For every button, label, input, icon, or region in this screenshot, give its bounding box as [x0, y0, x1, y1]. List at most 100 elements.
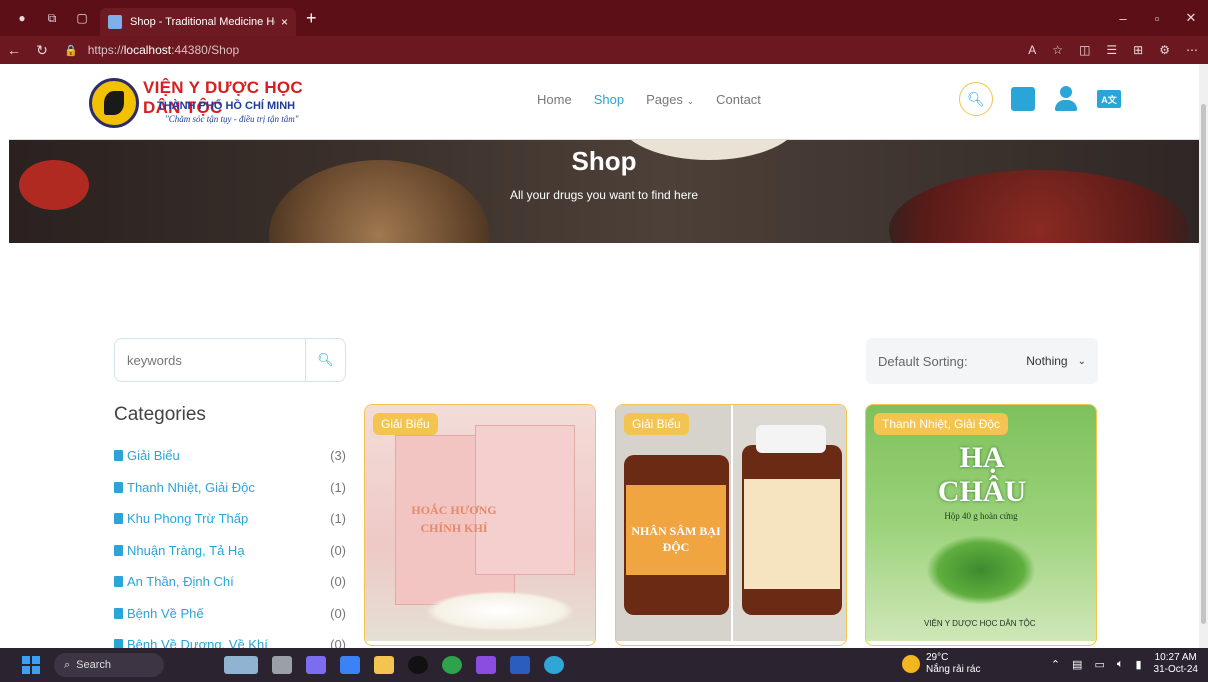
edge-icon[interactable]	[544, 656, 564, 674]
search-button[interactable]: 🔍︎	[305, 339, 345, 381]
search-icon: 🔍︎	[967, 90, 985, 107]
tray-chevron-icon[interactable]: ⌃	[1051, 658, 1060, 671]
minimize-icon[interactable]: –	[1106, 11, 1140, 26]
site-logo[interactable]: VIỆN Y DƯỢC HỌC DÂN TỘC THÀNH PHỐ HỒ CHÍ…	[89, 78, 339, 130]
read-aloud-icon[interactable]: A	[1028, 43, 1036, 57]
new-tab-button[interactable]: +	[306, 8, 317, 29]
url-host: localhost	[123, 43, 172, 57]
volume-icon[interactable]: 🔈︎	[1117, 658, 1124, 671]
nav-pages[interactable]: Pages ⌄	[646, 92, 694, 107]
tiktok-icon[interactable]	[408, 656, 428, 674]
word-icon[interactable]	[510, 656, 530, 674]
favorite-star-icon[interactable]: ☆	[1052, 43, 1063, 57]
taskbar-search[interactable]: ⌕ Search	[54, 653, 164, 677]
banner-subtitle: All your drugs you want to find here	[509, 188, 699, 202]
visual-studio-icon[interactable]	[476, 656, 496, 674]
profile-icon[interactable]: ●	[14, 10, 30, 26]
product-box-label: HOẮC HƯƠNG CHÍNH KHÍ	[411, 503, 497, 535]
product-card[interactable]: NHÂN SÂM BẠI ĐỘC Giải Biểu	[615, 404, 847, 646]
tab-title: Shop - Traditional Medicine Hosp	[130, 16, 275, 28]
product-category-badge: Giải Biểu	[373, 413, 438, 435]
todo-icon[interactable]	[340, 656, 360, 674]
bottle-cap	[756, 425, 826, 453]
widgets-icon[interactable]	[224, 656, 258, 674]
category-item[interactable]: Bệnh Về Phế (0)	[114, 598, 346, 630]
clock-time: 10:27 AM	[1154, 652, 1197, 663]
product-search: 🔍︎	[114, 338, 346, 382]
category-name: Khu Phong Trừ Thấp	[127, 511, 249, 527]
product-box-label: NHÂN SÂM BẠI ĐỘC	[631, 524, 721, 554]
close-window-icon[interactable]: ✕	[1174, 10, 1208, 26]
clock-date: 31-Oct-24	[1153, 664, 1198, 675]
nav-contact[interactable]: Contact	[716, 92, 761, 107]
file-explorer-icon[interactable]	[374, 656, 394, 674]
restore-icon[interactable]: ▫	[1140, 11, 1174, 26]
weather-sun-icon	[902, 655, 920, 673]
battery-icon[interactable]: ▮	[1135, 658, 1141, 671]
tab-actions-icon[interactable]: ▢	[74, 10, 90, 26]
extensions-icon[interactable]: ⚙	[1159, 43, 1170, 57]
product-box-back	[475, 425, 575, 575]
banner-title: Shop	[571, 146, 637, 176]
weather-desc: Nắng rải rác	[926, 664, 981, 675]
task-view-icon[interactable]	[272, 656, 292, 674]
back-icon[interactable]: ←	[0, 42, 28, 58]
category-name: Nhuận Tràng, Tả Hạ	[127, 542, 245, 558]
scrollbar-thumb[interactable]	[1201, 104, 1206, 624]
copilot-icon[interactable]	[306, 656, 326, 674]
product-box-sub: Hộp 40 g hoàn cứng	[944, 511, 1018, 521]
refresh-icon[interactable]: ↻	[28, 42, 56, 59]
banner-decor-bowl	[889, 170, 1189, 243]
chrome-icon[interactable]	[442, 656, 462, 674]
os-taskbar: ⌕ Search 29°C Nắng rải rác ⌃ ▤ ▭ 🔈︎ ▮ 10:…	[0, 648, 1208, 682]
browser-tab[interactable]: Shop - Traditional Medicine Hosp ×	[100, 8, 296, 36]
nav-home[interactable]: Home	[537, 92, 572, 107]
network-icon[interactable]: ▭	[1094, 658, 1104, 671]
taskbar-apps	[224, 656, 564, 674]
sorting-select[interactable]: Default Sorting: Nothing ⌄	[866, 338, 1098, 384]
tab-close-icon[interactable]: ×	[281, 15, 288, 29]
nav-shop[interactable]: Shop	[594, 92, 624, 107]
shopping-bag-icon[interactable]	[1011, 87, 1035, 111]
taskbar-search-label: Search	[76, 659, 112, 671]
medicine-bottle-icon	[114, 513, 123, 525]
medicine-bottle-icon	[114, 544, 123, 556]
clock[interactable]: 10:27 AM 31-Oct-24	[1154, 652, 1198, 676]
header-actions: 🔍︎ A文	[959, 82, 1121, 116]
categories-heading: Categories	[114, 404, 206, 425]
workspaces-icon[interactable]: ⧉	[44, 10, 60, 26]
split-screen-icon[interactable]: ◫	[1079, 43, 1090, 57]
collections-icon[interactable]: ⊞	[1133, 43, 1143, 57]
product-card[interactable]: HOẮC HƯƠNG CHÍNH KHÍ Giải Biểu	[364, 404, 596, 646]
tray-app-icon[interactable]: ▤	[1072, 658, 1082, 671]
windows-start-icon[interactable]	[22, 656, 40, 674]
category-item[interactable]: Khu Phong Trừ Thấp (1)	[114, 503, 346, 535]
logo-slogan: "Chăm sóc tận tụy - điều trị tận tâm"	[165, 114, 299, 124]
category-count: (0)	[330, 542, 346, 558]
category-count: (1)	[330, 511, 346, 527]
category-item[interactable]: Thanh Nhiệt, Giải Độc (1)	[114, 472, 346, 504]
chevron-down-icon: ⌄	[686, 96, 695, 106]
chevron-down-icon: ⌄	[1077, 355, 1086, 367]
logo-emblem-icon	[89, 78, 139, 128]
category-item[interactable]: Giải Biểu (3)	[114, 440, 346, 472]
category-item[interactable]: An Thần, Định Chí (0)	[114, 566, 346, 598]
user-icon[interactable]	[1053, 86, 1079, 112]
product-image: HẠ CHÂU Hộp 40 g hoàn cứng VIỆN Y DƯỢC H…	[866, 405, 1096, 641]
product-category-badge: Giải Biểu	[624, 413, 689, 435]
url-field[interactable]: 🔒 https://localhost:44380/Shop	[64, 43, 239, 57]
system-tray: ⌃ ▤ ▭ 🔈︎ ▮ 10:27 AM 31-Oct-24	[1051, 652, 1198, 676]
browser-toolbar: A ☆ ◫ ☰ ⊞ ⚙ ⋯	[1028, 36, 1198, 64]
weather-widget[interactable]: 29°C Nắng rải rác	[902, 652, 980, 676]
product-box-footer: VIỆN Y DƯỢC HỌC DÂN TỘC	[924, 619, 1036, 628]
header-search-button[interactable]: 🔍︎	[959, 82, 993, 116]
page-scrollbar[interactable]	[1199, 64, 1208, 648]
favorites-icon[interactable]: ☰	[1106, 43, 1117, 57]
category-name: Bệnh Về Phế	[127, 605, 204, 621]
medicine-bottle-icon	[114, 481, 123, 493]
language-switch-icon[interactable]: A文	[1097, 90, 1121, 108]
category-item[interactable]: Nhuận Tràng, Tả Hạ (0)	[114, 535, 346, 567]
search-input[interactable]	[115, 339, 305, 381]
product-card[interactable]: HẠ CHÂU Hộp 40 g hoàn cứng VIỆN Y DƯỢC H…	[865, 404, 1097, 646]
more-icon[interactable]: ⋯	[1186, 43, 1198, 57]
